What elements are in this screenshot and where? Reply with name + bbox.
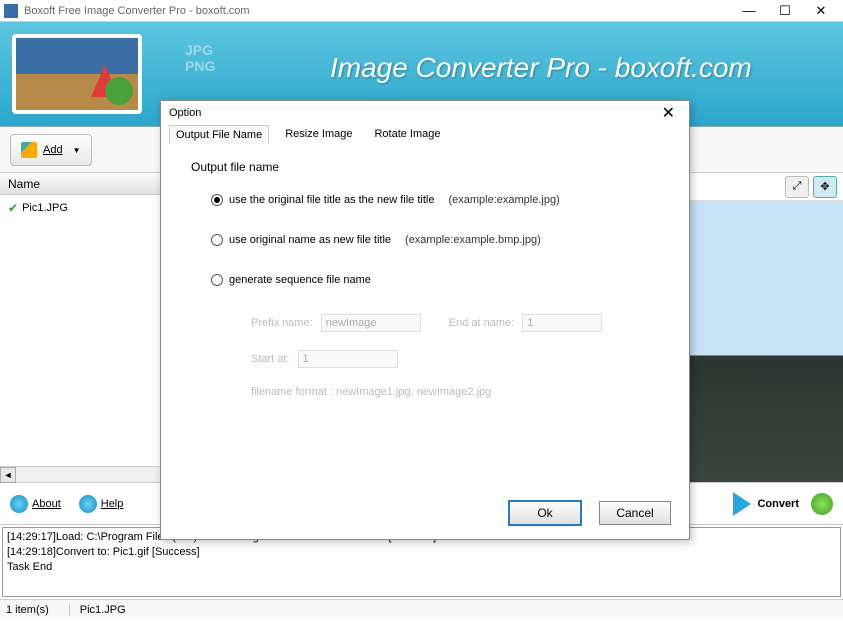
tab-resize-image[interactable]: Resize Image — [279, 125, 358, 144]
log-line: [14:29:18]Convert to: Pic1.gif [Success] — [7, 545, 836, 560]
tab-rotate-image[interactable]: Rotate Image — [368, 125, 446, 144]
fit-button[interactable]: ⤢ — [785, 176, 809, 198]
add-icon — [21, 142, 37, 158]
help-label: Help — [101, 498, 124, 510]
maximize-button[interactable]: ☐ — [767, 1, 803, 21]
radio-example: (example:example.bmp.jpg) — [405, 234, 541, 246]
about-label: About — [32, 498, 61, 510]
help-icon — [79, 495, 97, 513]
radio-icon[interactable] — [211, 234, 223, 246]
endat-input[interactable] — [522, 314, 602, 332]
file-item-name: Pic1.JPG — [22, 202, 68, 214]
app-icon — [4, 4, 18, 18]
cancel-button[interactable]: Cancel — [599, 501, 671, 525]
help-button[interactable]: Help — [79, 495, 124, 513]
sequence-example: filename format : newImage1.jpg, newImag… — [251, 386, 491, 398]
scroll-left-icon[interactable]: ◄ — [0, 467, 16, 483]
tab-output-filename[interactable]: Output File Name — [169, 125, 269, 144]
logo-icon — [85, 57, 145, 117]
check-icon: ✔ — [8, 201, 18, 215]
startat-input[interactable] — [298, 350, 398, 368]
preview-toolbar: ⤢ ✥ — [690, 173, 843, 201]
jpg-label: JPG — [185, 42, 215, 58]
radio-icon[interactable] — [211, 274, 223, 286]
chevron-down-icon: ▼ — [73, 146, 81, 155]
section-title: Output file name — [191, 160, 659, 174]
format-icons: JPG PNG — [185, 42, 215, 74]
radio-sequence[interactable]: generate sequence file name — [211, 274, 659, 286]
dialog-close-button[interactable]: ✕ — [656, 103, 681, 123]
banner-title: Image Converter Pro - boxoft.com — [330, 52, 752, 84]
dialog-titlebar: Option ✕ — [161, 101, 689, 125]
prefix-label: Prefix name: — [251, 317, 313, 329]
titlebar: Boxoft Free Image Converter Pro - boxoft… — [0, 0, 843, 22]
prefix-input[interactable] — [321, 314, 421, 332]
window-title: Boxoft Free Image Converter Pro - boxoft… — [24, 5, 731, 17]
dialog-tabs: Output File Name Resize Image Rotate Ima… — [161, 125, 689, 144]
endat-label: End at name: — [449, 317, 514, 329]
startat-label: Start at: — [251, 353, 290, 365]
dialog-title: Option — [169, 107, 201, 119]
preview-image[interactable] — [690, 201, 843, 482]
radio-original-name[interactable]: use original name as new file title (exa… — [211, 234, 659, 246]
close-window-button[interactable]: ✕ — [803, 1, 839, 21]
add-button[interactable]: Add ▼ — [10, 134, 92, 166]
status-file: Pic1.JPG — [80, 604, 126, 616]
radio-label: use the original file title as the new f… — [229, 194, 434, 206]
ok-button[interactable]: Ok — [509, 501, 581, 525]
refresh-button[interactable] — [811, 493, 833, 515]
option-dialog: Option ✕ Output File Name Resize Image R… — [160, 100, 690, 540]
status-count: 1 item(s) — [6, 604, 70, 616]
status-bar: 1 item(s) Pic1.JPG — [0, 599, 843, 619]
png-label: PNG — [185, 58, 215, 74]
about-button[interactable]: About — [10, 495, 61, 513]
convert-button[interactable]: Convert — [733, 492, 799, 516]
minimize-button[interactable]: — — [731, 1, 767, 21]
radio-label: use original name as new file title — [229, 234, 391, 246]
preview-panel: ⤢ ✥ — [690, 173, 843, 482]
dialog-buttons: Ok Cancel — [509, 501, 671, 525]
about-icon — [10, 495, 28, 513]
convert-arrow-icon — [733, 492, 751, 516]
convert-label: Convert — [757, 498, 799, 510]
radio-original-title[interactable]: use the original file title as the new f… — [211, 194, 659, 206]
log-line: Task End — [7, 560, 836, 575]
move-button[interactable]: ✥ — [813, 176, 837, 198]
sequence-fields: Prefix name: End at name: Start at: file… — [251, 314, 659, 398]
dialog-body: Output file name use the original file t… — [161, 144, 689, 432]
add-label: Add — [43, 144, 63, 156]
radio-label: generate sequence file name — [229, 274, 371, 286]
radio-example: (example:example.jpg) — [448, 194, 559, 206]
radio-icon[interactable] — [211, 194, 223, 206]
